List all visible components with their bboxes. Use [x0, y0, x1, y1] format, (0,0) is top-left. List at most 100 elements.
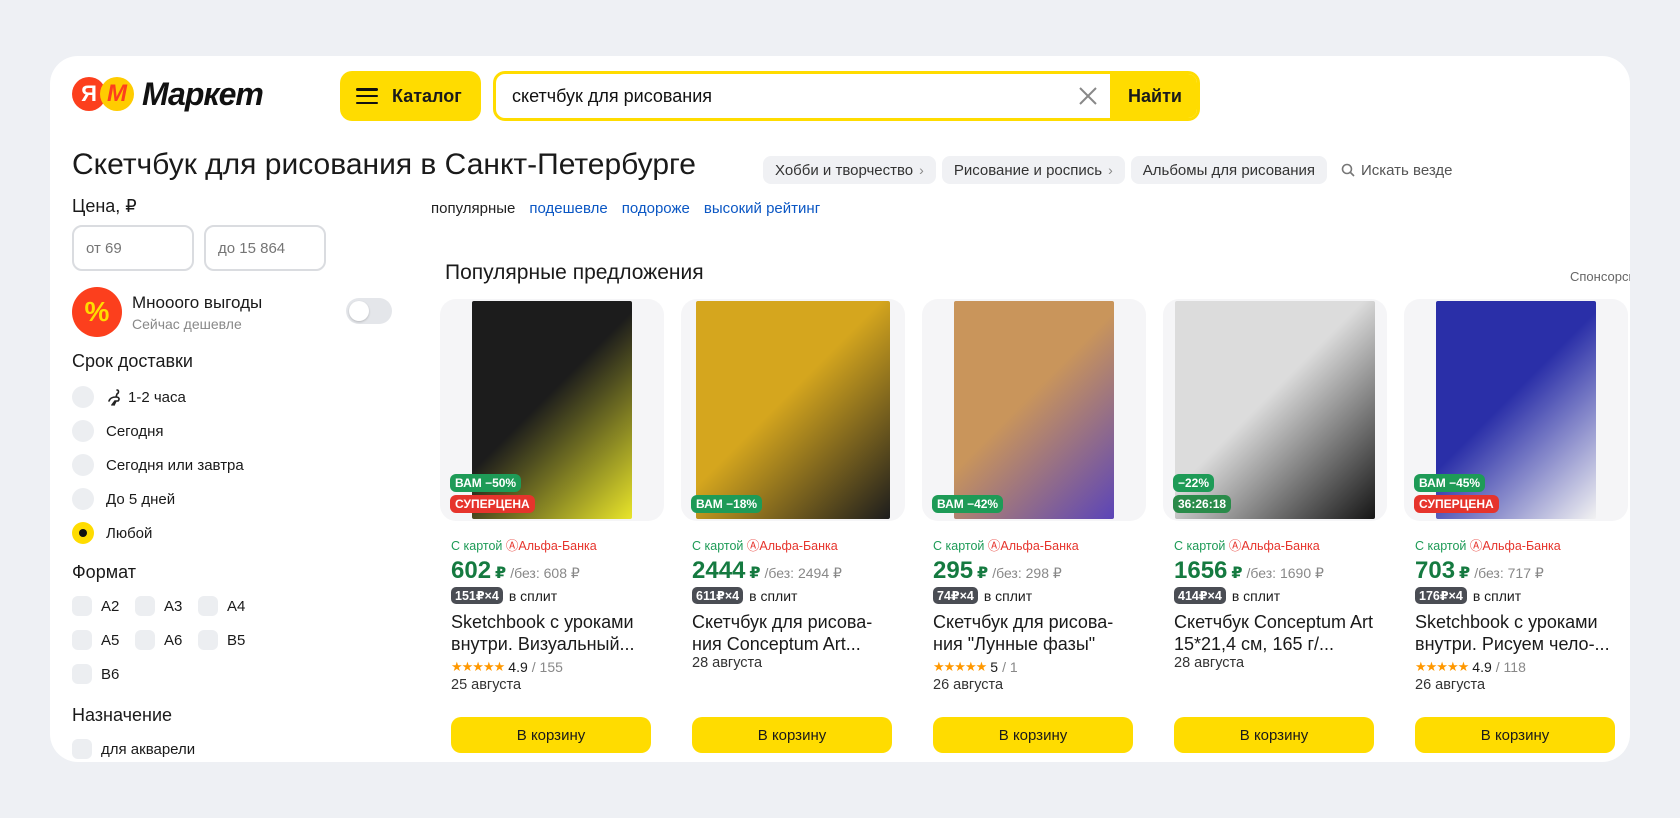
search-button[interactable]: Найти	[1110, 74, 1197, 118]
product-image[interactable]: −22% 36:26:18	[1163, 299, 1387, 521]
product-card[interactable]: ВАМ −18% С картой ⒶАльфа-Банка 2444 ₽ /бе…	[681, 299, 905, 753]
market-logo[interactable]: Я M Маркет	[72, 76, 264, 112]
catalog-label: Каталог	[392, 85, 462, 106]
add-to-cart-button[interactable]: В корзину	[933, 717, 1133, 753]
product-title[interactable]: Sketchbook с уроками внутри. Визуальный.…	[451, 611, 656, 655]
checkbox[interactable]	[72, 664, 92, 684]
crumb-albums[interactable]: Альбомы для рисования	[1130, 156, 1327, 184]
radio-button-selected[interactable]	[72, 522, 94, 544]
add-to-cart-button[interactable]: В корзину	[692, 717, 892, 753]
radio-button[interactable]	[72, 454, 94, 476]
ostrich-icon	[108, 389, 120, 406]
alfa-bank-icon: Ⓐ	[1469, 539, 1483, 553]
card-offer-label: С картой ⒶАльфа-Банка	[1174, 539, 1320, 553]
product-card[interactable]: −22% 36:26:18 С картой ⒶАльфа-Банка 1656 ₽…	[1163, 299, 1387, 753]
checkbox[interactable]	[72, 596, 92, 616]
product-image[interactable]: ВАМ −18%	[681, 299, 905, 521]
promo-filter: % Мнооого выгоды Сейчас дешевле	[72, 285, 392, 339]
radio-button[interactable]	[72, 488, 94, 510]
promo-toggle[interactable]	[346, 298, 392, 324]
format-a4[interactable]: A4	[198, 589, 261, 623]
delivery-option-any[interactable]: Любой	[72, 516, 392, 550]
discount-badge: СУПЕРЦЕНА	[450, 495, 535, 513]
sort-popular[interactable]: популярные	[431, 200, 515, 217]
card-offer-label: С картой ⒶАльфа-Банка	[692, 539, 838, 553]
chevron-right-icon: ›	[1108, 162, 1113, 178]
sort-cheaper[interactable]: подешевле	[529, 200, 607, 217]
delivery-option-5-days[interactable]: До 5 дней	[72, 482, 392, 516]
promo-subtitle: Сейчас дешевле	[132, 315, 242, 332]
format-filter-title: Формат	[72, 562, 136, 582]
card-offer-label: С картой ⒶАльфа-Банка	[451, 539, 597, 553]
discount-badge: ВАМ −50%	[450, 474, 522, 492]
format-a3[interactable]: A3	[135, 589, 198, 623]
add-to-cart-button[interactable]: В корзину	[451, 717, 651, 753]
radio-button[interactable]	[72, 386, 94, 408]
search-icon	[1341, 163, 1355, 177]
checkbox[interactable]	[135, 630, 155, 650]
price-from-input[interactable]	[72, 225, 194, 271]
checkbox[interactable]	[135, 596, 155, 616]
split-payment: 611₽×4 в сплит	[692, 587, 897, 604]
purpose-filter-title: Назначение	[72, 705, 173, 725]
radio-button[interactable]	[72, 420, 94, 442]
sort-expensive[interactable]: подороже	[622, 200, 690, 217]
catalog-button[interactable]: Каталог	[340, 71, 481, 121]
main-card: Я M Маркет Каталог Найти Скетчбук для ри…	[50, 56, 1630, 762]
search-bar: Найти	[493, 71, 1200, 121]
search-anywhere-link[interactable]: Искать везде	[1333, 162, 1453, 179]
price-to-input[interactable]	[204, 225, 326, 271]
product-title[interactable]: Скетчбук для рисова-ния "Лунные фазы"	[933, 611, 1138, 655]
product-image[interactable]: ВАМ −45% СУПЕРЦЕНА	[1404, 299, 1628, 521]
format-b6[interactable]: B6	[72, 657, 135, 691]
delivery-date: 28 августа	[692, 655, 763, 671]
section-title: Популярные предложения	[445, 261, 704, 284]
checkbox[interactable]	[198, 630, 218, 650]
checkbox[interactable]	[72, 739, 92, 759]
product-rating: ★★★★★ 4.9 / 155	[451, 659, 563, 675]
product-image[interactable]: ВАМ −50% СУПЕРЦЕНА	[440, 299, 664, 521]
delivery-date: 26 августа	[1415, 677, 1486, 693]
format-b5[interactable]: B5	[198, 623, 261, 657]
crumb-hobby[interactable]: Хобби и творчество ›	[763, 156, 936, 184]
discount-badge: СУПЕРЦЕНА	[1414, 495, 1499, 513]
crumb-drawing[interactable]: Рисование и роспись ›	[941, 156, 1125, 184]
delivery-date: 25 августа	[451, 677, 522, 693]
old-price: /без: 2494 ₽	[764, 565, 842, 581]
format-a2[interactable]: A2	[72, 589, 135, 623]
add-to-cart-button[interactable]: В корзину	[1174, 717, 1374, 753]
format-a5[interactable]: A5	[72, 623, 135, 657]
split-payment: 151₽×4 в сплит	[451, 587, 656, 604]
checkbox[interactable]	[72, 630, 92, 650]
sort-rating[interactable]: высокий рейтинг	[704, 200, 820, 217]
old-price: /без: 608 ₽	[510, 565, 580, 581]
checkbox[interactable]	[198, 596, 218, 616]
market-logo-icon: M	[100, 77, 134, 111]
product-title[interactable]: Скетчбук Conceptum Art 15*21,4 см, 165 г…	[1174, 611, 1379, 655]
product-image[interactable]: ВАМ −42%	[922, 299, 1146, 521]
delivery-option-today-tomorrow[interactable]: Сегодня или завтра	[72, 448, 392, 482]
purpose-watercolor[interactable]: для акварели	[72, 732, 392, 762]
product-carousel: ВАМ −50% СУПЕРЦЕНА С картой ⒶАльфа-Банка …	[440, 299, 1628, 753]
delivery-option-today[interactable]: Сегодня	[72, 414, 392, 448]
format-a6[interactable]: A6	[135, 623, 198, 657]
alfa-bank-icon: Ⓐ	[1228, 539, 1242, 553]
product-card[interactable]: ВАМ −45% СУПЕРЦЕНА С картой ⒶАльфа-Банка …	[1404, 299, 1628, 753]
split-payment: 176₽×4 в сплит	[1415, 587, 1620, 604]
clear-search-icon[interactable]	[1068, 76, 1108, 116]
product-title[interactable]: Скетчбук для рисова-ния Conceptum Art...	[692, 611, 897, 655]
old-price: /без: 717 ₽	[1474, 565, 1544, 581]
search-input[interactable]	[496, 74, 1068, 118]
discount-badge: 36:26:18	[1173, 495, 1232, 513]
discount-badge: ВАМ −42%	[932, 495, 1004, 513]
alfa-bank-icon: Ⓐ	[746, 539, 760, 553]
product-card[interactable]: ВАМ −50% СУПЕРЦЕНА С картой ⒶАльфа-Банка …	[440, 299, 664, 753]
old-price: /без: 1690 ₽	[1246, 565, 1324, 581]
delivery-filter-title: Срок доставки	[72, 351, 193, 371]
delivery-date: 28 августа	[1174, 655, 1245, 671]
product-card[interactable]: ВАМ −42% С картой ⒶАльфа-Банка 295 ₽ /без…	[922, 299, 1146, 753]
add-to-cart-button[interactable]: В корзину	[1415, 717, 1615, 753]
product-title[interactable]: Sketchbook с уроками внутри. Рисуем чело…	[1415, 611, 1620, 655]
star-rating-icon: ★★★★★	[451, 659, 505, 674]
delivery-option-1-2h[interactable]: 1-2 часа	[72, 380, 392, 414]
